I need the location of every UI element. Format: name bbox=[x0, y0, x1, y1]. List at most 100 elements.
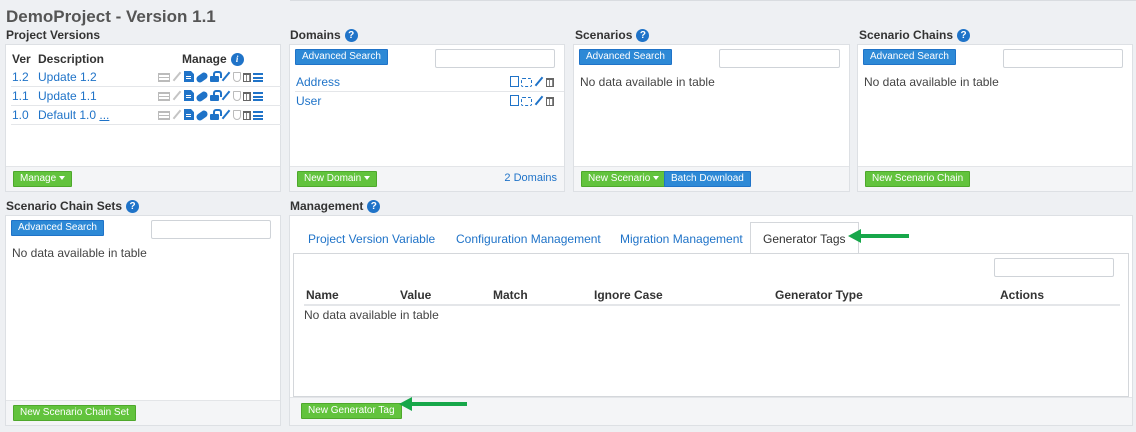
refresh-icon[interactable] bbox=[521, 96, 532, 106]
caret-down-icon bbox=[59, 176, 66, 181]
domains-title: Domains ? bbox=[290, 28, 358, 42]
column-ver: Ver bbox=[12, 52, 31, 66]
shield-icon[interactable] bbox=[233, 71, 241, 82]
new-generator-tag-button[interactable]: New Generator Tag bbox=[301, 403, 402, 419]
domain-row: User bbox=[295, 92, 564, 111]
menu-icon[interactable] bbox=[253, 91, 263, 101]
scenario-chain-sets-title: Scenario Chain Sets ? bbox=[6, 199, 140, 213]
tab-configuration-management[interactable]: Configuration Management bbox=[456, 232, 601, 246]
edit-icon[interactable] bbox=[534, 95, 544, 106]
help-icon[interactable]: ? bbox=[957, 28, 971, 42]
menu-icon[interactable] bbox=[253, 110, 263, 120]
column-match[interactable]: Match bbox=[493, 288, 528, 302]
tab-project-version-variable[interactable]: Project Version Variable bbox=[308, 232, 435, 246]
domains-advanced-search-button[interactable]: Advanced Search bbox=[295, 49, 388, 65]
generator-tags-search-input[interactable] bbox=[994, 258, 1114, 277]
new-scenario-chain-set-button[interactable]: New Scenario Chain Set bbox=[13, 405, 136, 421]
help-icon[interactable]: ? bbox=[636, 28, 650, 42]
edit-icon[interactable] bbox=[221, 90, 231, 101]
new-scenario-button[interactable]: New Scenario bbox=[581, 171, 667, 187]
file-icon[interactable] bbox=[510, 76, 519, 87]
info-icon[interactable]: i bbox=[230, 52, 244, 66]
scenarios-search-input[interactable] bbox=[719, 49, 840, 68]
capsule-icon[interactable] bbox=[195, 109, 209, 122]
version-description-more[interactable]: ... bbox=[99, 108, 109, 122]
shield-icon[interactable] bbox=[233, 90, 241, 101]
edit-icon[interactable] bbox=[221, 109, 231, 120]
edit-icon[interactable] bbox=[534, 76, 544, 87]
version-number-link[interactable]: 1.0 bbox=[12, 108, 29, 122]
domain-link[interactable]: Address bbox=[296, 75, 340, 89]
capsule-icon[interactable] bbox=[195, 71, 209, 84]
batch-download-button[interactable]: Batch Download bbox=[664, 171, 751, 187]
column-manage: Manage i bbox=[182, 52, 244, 66]
capsule-icon[interactable] bbox=[195, 90, 209, 103]
document-icon[interactable] bbox=[184, 71, 194, 82]
document-icon[interactable] bbox=[184, 90, 194, 101]
domains-footer: New Domain 2 Domains bbox=[290, 166, 564, 191]
column-value[interactable]: Value bbox=[400, 288, 431, 302]
trash-icon[interactable] bbox=[546, 97, 554, 106]
scenario-chain-sets-advanced-search-button[interactable]: Advanced Search bbox=[11, 220, 104, 236]
edit-disabled-icon bbox=[172, 109, 182, 120]
shield-icon[interactable] bbox=[233, 109, 241, 120]
unlock-icon[interactable] bbox=[210, 90, 222, 101]
edit-disabled-icon bbox=[172, 71, 182, 82]
help-icon[interactable]: ? bbox=[126, 199, 140, 213]
trash-icon[interactable] bbox=[546, 78, 554, 87]
domains-search-input[interactable] bbox=[435, 49, 555, 68]
version-description-link[interactable]: Update 1.2 bbox=[38, 70, 97, 84]
version-row: 1.2 Update 1.2 bbox=[11, 68, 281, 87]
page-title: DemoProject - Version 1.1 bbox=[6, 7, 216, 26]
new-scenario-chain-button[interactable]: New Scenario Chain bbox=[865, 171, 971, 187]
unlock-icon[interactable] bbox=[210, 109, 222, 120]
scenario-chain-sets-panel: Advanced Search No data available in tab… bbox=[5, 215, 281, 426]
menu-icon[interactable] bbox=[253, 72, 263, 82]
scenario-chain-sets-footer: New Scenario Chain Set bbox=[6, 400, 280, 425]
manage-button[interactable]: Manage bbox=[13, 171, 73, 187]
project-versions-panel: Ver Description Manage i 1.2 Update 1.2 … bbox=[5, 44, 281, 192]
column-actions[interactable]: Actions bbox=[1000, 288, 1044, 302]
help-icon[interactable]: ? bbox=[344, 28, 358, 42]
edit-icon[interactable] bbox=[221, 71, 231, 82]
trash-icon[interactable] bbox=[243, 111, 251, 120]
annotation-arrow-left-icon bbox=[848, 229, 909, 243]
trash-icon[interactable] bbox=[243, 73, 251, 82]
version-description-link[interactable]: Default 1.0 ... bbox=[38, 108, 109, 122]
version-number-link[interactable]: 1.1 bbox=[12, 89, 29, 103]
domains-panel: Advanced Search Address User New Domain … bbox=[289, 44, 565, 192]
version-number-link[interactable]: 1.2 bbox=[12, 70, 29, 84]
scenario-chain-sets-search-input[interactable] bbox=[151, 220, 271, 239]
management-tabs: Project Version Variable Configuration M… bbox=[290, 222, 1132, 254]
column-name[interactable]: Name bbox=[306, 288, 339, 302]
column-ignore-case[interactable]: Ignore Case bbox=[594, 288, 663, 302]
help-icon[interactable]: ? bbox=[367, 199, 381, 213]
scenarios-footer: New Scenario Batch Download bbox=[574, 166, 849, 191]
domain-link[interactable]: User bbox=[296, 94, 321, 108]
document-icon[interactable] bbox=[184, 109, 194, 120]
scenario-chains-search-input[interactable] bbox=[1003, 49, 1123, 68]
refresh-icon[interactable] bbox=[521, 77, 532, 87]
version-description-link[interactable]: Update 1.1 bbox=[38, 89, 97, 103]
tab-generator-tags[interactable]: Generator Tags bbox=[750, 222, 859, 254]
column-description: Description bbox=[38, 52, 105, 66]
scenarios-empty-message: No data available in table bbox=[580, 75, 715, 89]
scenario-chains-advanced-search-button[interactable]: Advanced Search bbox=[863, 49, 956, 65]
trash-icon[interactable] bbox=[243, 92, 251, 101]
management-title: Management ? bbox=[290, 199, 381, 213]
unlock-icon[interactable] bbox=[210, 71, 222, 82]
scenario-chains-panel: Advanced Search No data available in tab… bbox=[857, 44, 1133, 192]
view-grid-icon[interactable] bbox=[158, 72, 170, 82]
tab-migration-management[interactable]: Migration Management bbox=[620, 232, 743, 246]
scenarios-advanced-search-button[interactable]: Advanced Search bbox=[579, 49, 672, 65]
table-header-divider bbox=[304, 304, 1120, 306]
view-grid-icon[interactable] bbox=[158, 110, 170, 120]
view-grid-icon[interactable] bbox=[158, 91, 170, 101]
file-icon[interactable] bbox=[510, 95, 519, 106]
new-domain-button[interactable]: New Domain bbox=[297, 171, 378, 187]
column-generator-type[interactable]: Generator Type bbox=[775, 288, 863, 302]
generator-tags-pane: Name Value Match Ignore Case Generator T… bbox=[293, 253, 1129, 397]
caret-down-icon bbox=[364, 176, 371, 181]
edit-disabled-icon bbox=[172, 90, 182, 101]
top-divider bbox=[290, 0, 1136, 1]
